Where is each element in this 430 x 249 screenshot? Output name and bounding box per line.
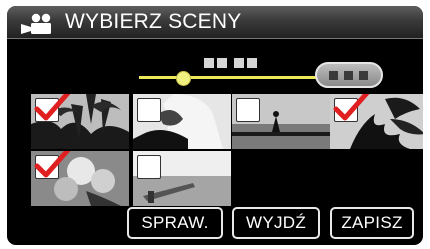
- scene-checkbox-6[interactable]: [137, 155, 161, 179]
- scene-thumbnail-4[interactable]: [330, 94, 423, 149]
- title-bar: WYBIERZ SCENY: [7, 6, 423, 39]
- scroll-slider-handle[interactable]: [176, 71, 191, 86]
- more-pages-icon[interactable]: [315, 62, 383, 88]
- scene-thumbnail-1[interactable]: [31, 94, 129, 149]
- check-mark-icon: [34, 94, 71, 121]
- page-dots-icon: [204, 58, 257, 70]
- scene-thumbnail-2[interactable]: [133, 94, 231, 149]
- check-button[interactable]: SPRAW.: [127, 207, 223, 239]
- check-mark-icon: [34, 151, 71, 178]
- screen-title: WYBIERZ SCENY: [65, 10, 242, 33]
- scroll-slider-track[interactable]: [139, 76, 329, 79]
- save-button[interactable]: ZAPISZ: [330, 207, 414, 239]
- scene-select-screen: WYBIERZ SCENY SPRAW. WYJDŹ ZAPISZ: [7, 6, 423, 245]
- scene-thumbnail-6[interactable]: [133, 151, 231, 206]
- movie-camera-icon: [21, 13, 51, 34]
- scene-thumbnail-3[interactable]: [232, 94, 330, 149]
- check-mark-icon: [333, 94, 370, 121]
- scene-thumbnail-5[interactable]: [31, 151, 129, 206]
- scene-checkbox-3[interactable]: [236, 98, 260, 122]
- scene-checkbox-2[interactable]: [137, 98, 161, 122]
- exit-button[interactable]: WYJDŹ: [232, 207, 320, 239]
